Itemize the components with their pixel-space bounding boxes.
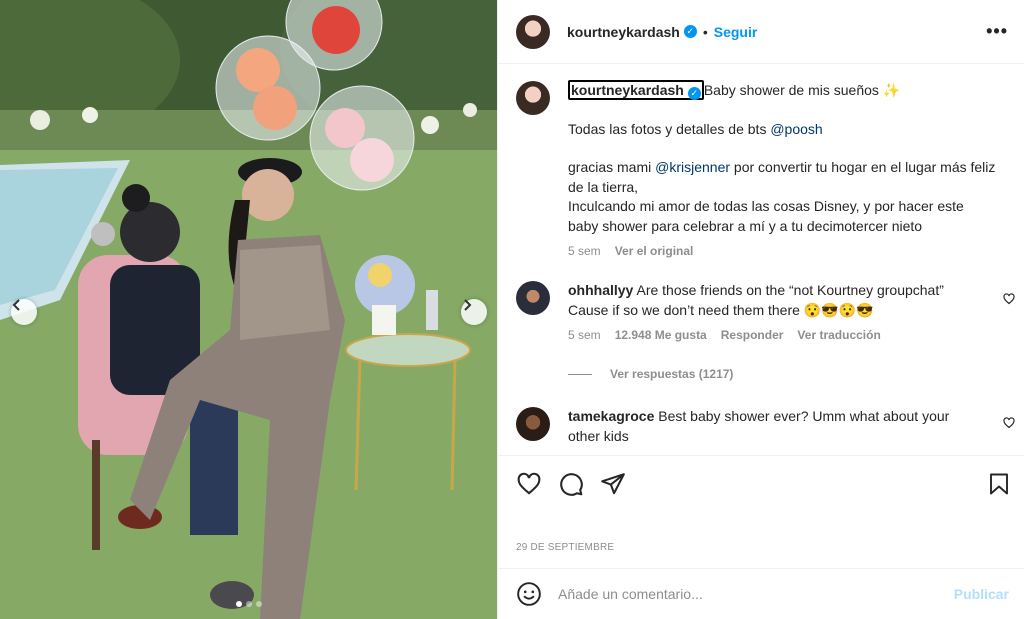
mention-poosh[interactable]: @poosh [770, 121, 822, 137]
save-button[interactable] [987, 471, 1011, 497]
next-photo-button[interactable] [461, 299, 487, 325]
carousel-dot [235, 601, 242, 607]
caption: kourtneykardash ✓ Baby shower de mis sueño… [516, 80, 998, 262]
comment-item: ohhhallyy Are those friends on the “not … [516, 281, 978, 346]
reply-button[interactable]: Responder [721, 328, 784, 342]
comment-button[interactable] [558, 471, 584, 497]
photo-illustration [0, 0, 497, 619]
comment-username[interactable]: ohhhallyy [568, 282, 633, 298]
caption-line4: Inculcando mi amor de todas las cosas Di… [568, 198, 964, 234]
comment-like-heart-icon[interactable] [1003, 293, 1015, 305]
chevron-right-icon [464, 299, 472, 311]
caption-time[interactable]: 5 sem [568, 244, 601, 258]
replies-divider [568, 373, 592, 375]
caption-line: kourtneykardash ✓ Baby shower de mis sueño… [568, 80, 998, 101]
comment-icon [560, 472, 583, 496]
comment-line: tamekagroce Best baby shower ever? Umm w… [568, 407, 978, 446]
chevron-left-icon [12, 299, 20, 311]
like-button[interactable] [516, 471, 542, 497]
comment-meta: 5 sem 12.948 Me gusta Responder Ver traducc… [568, 326, 978, 346]
translate-button[interactable]: Ver traducción [797, 328, 880, 342]
bookmark-icon [990, 473, 1008, 494]
caption-line3: gracias mami @krisjenner por convertir t… [568, 158, 998, 197]
avatar[interactable] [516, 407, 550, 441]
view-replies-label[interactable]: Ver respuestas (1217) [610, 367, 733, 381]
carousel-dots [0, 601, 497, 607]
view-replies-button[interactable]: Ver respuestas (1217) [568, 367, 733, 381]
emoji-icon[interactable] [516, 581, 542, 607]
caption-username[interactable]: kourtneykardash [571, 82, 684, 98]
comment-input[interactable]: Añade un comentario... [558, 586, 954, 602]
post-header: kourtneykardash ✓ • Seguir ••• [498, 0, 1024, 64]
action-bar [498, 455, 1024, 511]
comment-username[interactable]: tamekagroce [568, 408, 654, 424]
post-details-panel: kourtneykardash ✓ • Seguir ••• kourtneyk… [497, 0, 1024, 619]
caption-text: Todas las fotos y detalles de bts [568, 120, 771, 137]
avatar[interactable] [516, 14, 550, 49]
comment-time[interactable]: 5 sem [568, 328, 601, 342]
carousel-dot [245, 601, 252, 607]
comment-item: tamekagroce Best baby shower ever? Umm w… [516, 407, 978, 446]
verified-icon: ✓ [687, 87, 701, 101]
caption-line1: Baby shower de mis sueños ✨ [703, 82, 901, 98]
share-icon [601, 472, 625, 494]
caption-username-link[interactable]: kourtneykardash ✓ [568, 80, 704, 101]
previous-photo-button[interactable] [11, 299, 37, 325]
avatar[interactable] [516, 281, 550, 315]
comments-list[interactable]: kourtneykardash ✓ Baby shower de mis sueño… [498, 65, 1024, 455]
comment-likes[interactable]: 12.948 Me gusta [615, 328, 707, 342]
comment-line: ohhhallyy Are those friends on the “not … [568, 281, 978, 320]
share-button[interactable] [600, 471, 626, 497]
more-icon[interactable]: ••• [986, 21, 1008, 42]
publish-button[interactable]: Publicar [954, 586, 1009, 602]
caption-meta: 5 sem Ver el original [568, 242, 998, 262]
caption-text: gracias mami [568, 159, 656, 175]
mention-krisjenner[interactable]: @krisjenner [655, 159, 730, 175]
see-original-button[interactable]: Ver el original [615, 244, 694, 258]
post-photo[interactable] [0, 0, 497, 619]
add-comment-bar: Añade un comentario... Publicar [498, 568, 1024, 619]
header-separator: • [702, 23, 708, 40]
post-date[interactable]: 29 DE SEPTIEMBRE [516, 542, 614, 553]
follow-button[interactable]: Seguir [714, 24, 758, 40]
heart-icon [517, 472, 541, 495]
caption-line2: Todas las fotos y detalles de bts @poosh [568, 120, 998, 140]
carousel-dot [255, 601, 262, 607]
verified-icon: ✓ [683, 25, 697, 38]
avatar[interactable] [516, 81, 550, 115]
post-author-username[interactable]: kourtneykardash [567, 24, 680, 40]
comment-like-heart-icon[interactable] [1003, 417, 1015, 429]
